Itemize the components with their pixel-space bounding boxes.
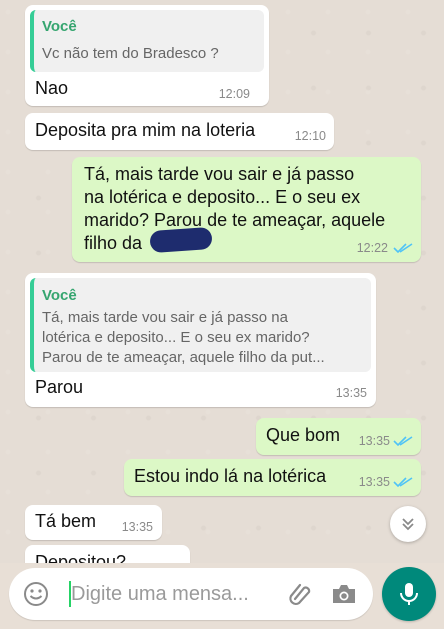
read-ticks-icon: [393, 243, 413, 254]
quote-line: Parou de te ameaçar, aquele filho da put…: [42, 349, 325, 366]
quoted-message[interactable]: Você Tá, mais tarde vou sair e já passo …: [30, 278, 371, 372]
chat-area[interactable]: Você Vc não tem do Bradesco ? Nao 12:09 …: [0, 0, 444, 563]
message-input-bar[interactable]: Digite uma mensa...: [9, 568, 373, 620]
voice-record-button[interactable]: [382, 567, 436, 621]
quote-author: Você: [42, 18, 77, 35]
attach-icon[interactable]: [287, 581, 313, 607]
message-time: 13:35: [358, 475, 390, 489]
incoming-message[interactable]: Deposita pra mim na loteria 12:10: [25, 113, 334, 150]
read-ticks-icon: [393, 477, 413, 488]
quote-line: Tá, mais tarde vou sair e já passo na: [42, 309, 288, 326]
quote-author: Você: [42, 287, 77, 304]
message-text: Nao: [35, 78, 69, 98]
message-text: Que bom: [266, 425, 341, 445]
incoming-message[interactable]: Você Vc não tem do Bradesco ? Nao 12:09: [25, 5, 269, 106]
incoming-message[interactable]: Você Tá, mais tarde vou sair e já passo …: [25, 273, 376, 407]
camera-icon[interactable]: [330, 581, 358, 607]
censored-scribble: [149, 226, 213, 254]
message-text: Tá, mais tarde vou sair e já passo na lo…: [84, 163, 385, 255]
message-text: Tá bem: [35, 511, 97, 531]
message-time: 12:09: [218, 87, 250, 101]
quote-text: Tá, mais tarde vou sair e já passo na lo…: [42, 308, 325, 368]
message-input[interactable]: Digite uma mensa...: [71, 583, 249, 606]
quote-line: lotérica e deposito... E o seu ex marido…: [42, 329, 310, 346]
emoji-icon[interactable]: [23, 581, 49, 607]
message-text: Depositou?: [35, 552, 127, 563]
message-time: 12:10: [294, 129, 326, 143]
message-line: Tá, mais tarde vou sair e já passo: [84, 164, 355, 184]
message-time: 13:35: [335, 386, 367, 400]
read-ticks-icon: [393, 436, 413, 447]
outgoing-message[interactable]: Tá, mais tarde vou sair e já passo na lo…: [72, 157, 421, 262]
message-line: marido? Parou de te ameaçar, aquele: [84, 210, 386, 230]
outgoing-message[interactable]: Que bom 13:35: [256, 418, 421, 455]
message-time: 13:35: [358, 434, 390, 448]
message-text: Estou indo lá na lotérica: [134, 466, 327, 486]
double-chevron-down-icon: [402, 518, 414, 531]
message-line: na lotérica e deposito... E o seu ex: [84, 187, 361, 207]
message-time: 13:35: [121, 520, 153, 534]
incoming-message[interactable]: Depositou?: [25, 545, 190, 563]
outgoing-message[interactable]: Estou indo lá na lotérica 13:35: [124, 459, 421, 496]
quote-text: Vc não tem do Bradesco ?: [42, 45, 219, 62]
message-line: filho da: [84, 233, 143, 253]
message-text: Parou: [35, 377, 84, 397]
message-time: 12:22: [356, 241, 388, 255]
microphone-icon: [400, 583, 418, 605]
incoming-message[interactable]: Tá bem 13:35: [25, 505, 162, 540]
quoted-message[interactable]: Você Vc não tem do Bradesco ?: [30, 10, 264, 72]
scroll-to-bottom-button[interactable]: [390, 506, 426, 542]
message-text: Deposita pra mim na loteria: [35, 120, 256, 140]
